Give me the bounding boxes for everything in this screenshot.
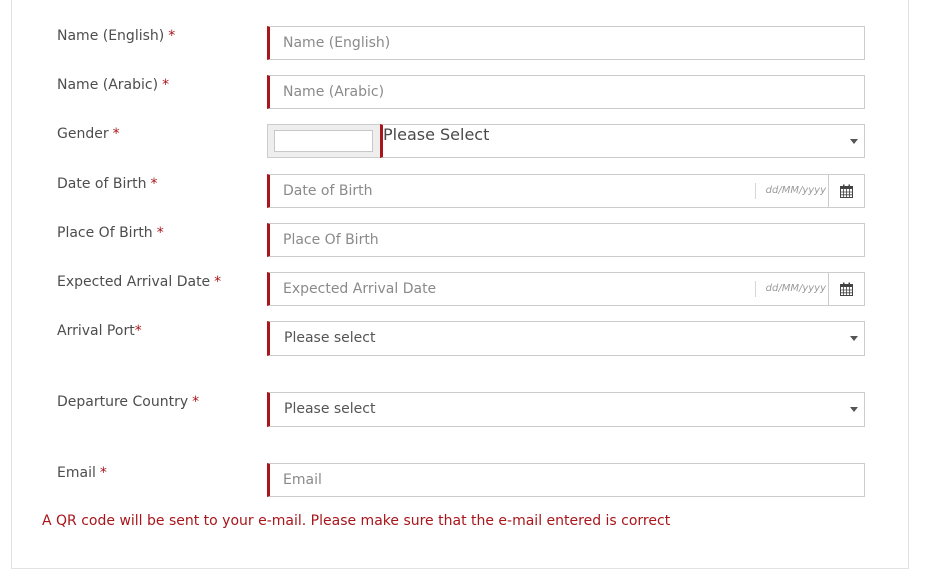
gender-selected-value: Please Select (383, 125, 490, 144)
dob-placeholder: Date of Birth (283, 183, 373, 199)
email-input[interactable]: Email (267, 463, 865, 497)
calendar-icon (840, 282, 853, 296)
calendar-icon (840, 184, 853, 198)
gender-label: Gender * (57, 126, 120, 142)
departure-country-selected-value: Please select (284, 401, 376, 417)
arrival-date-calendar-button[interactable] (828, 273, 864, 305)
caret-down-icon (850, 139, 858, 144)
arrival-date-label: Expected Arrival Date * (57, 274, 222, 290)
name-arabic-placeholder: Name (Arabic) (283, 84, 385, 100)
caret-down-icon (850, 336, 858, 341)
dob-label: Date of Birth * (57, 176, 158, 192)
gender-field: Please Select (267, 124, 865, 158)
email-label: Email * (57, 465, 107, 481)
dob-format-hint: dd/MM/yyyy (754, 183, 826, 199)
name-arabic-input[interactable]: Name (Arabic) (267, 75, 865, 109)
arrival-date-input[interactable]: Expected Arrival Date dd/MM/yyyy (267, 272, 865, 306)
pob-label: Place Of Birth * (57, 225, 164, 241)
departure-country-select[interactable]: Please select (267, 392, 865, 427)
name-english-input[interactable]: Name (English) (267, 26, 865, 60)
qr-code-note: A QR code will be sent to your e-mail. P… (42, 513, 671, 529)
gender-text-box[interactable] (274, 130, 373, 152)
departure-country-label: Departure Country * (57, 394, 200, 410)
dob-calendar-button[interactable] (828, 175, 864, 207)
name-english-label: Name (English) * (57, 28, 176, 44)
pob-placeholder: Place Of Birth (283, 232, 379, 248)
dob-input[interactable]: Date of Birth dd/MM/yyyy (267, 174, 865, 208)
email-placeholder: Email (283, 472, 322, 488)
arrival-date-placeholder: Expected Arrival Date (283, 281, 437, 297)
arrival-port-select[interactable]: Please select (267, 321, 865, 356)
pob-input[interactable]: Place Of Birth (267, 223, 865, 257)
name-arabic-label: Name (Arabic) * (57, 77, 170, 93)
gender-select[interactable]: Please Select (380, 124, 865, 158)
name-english-placeholder: Name (English) (283, 35, 391, 51)
arrival-port-selected-value: Please select (284, 330, 376, 346)
arrival-port-label: Arrival Port* (57, 323, 142, 339)
arrival-date-format-hint: dd/MM/yyyy (754, 281, 826, 297)
caret-down-icon (850, 407, 858, 412)
